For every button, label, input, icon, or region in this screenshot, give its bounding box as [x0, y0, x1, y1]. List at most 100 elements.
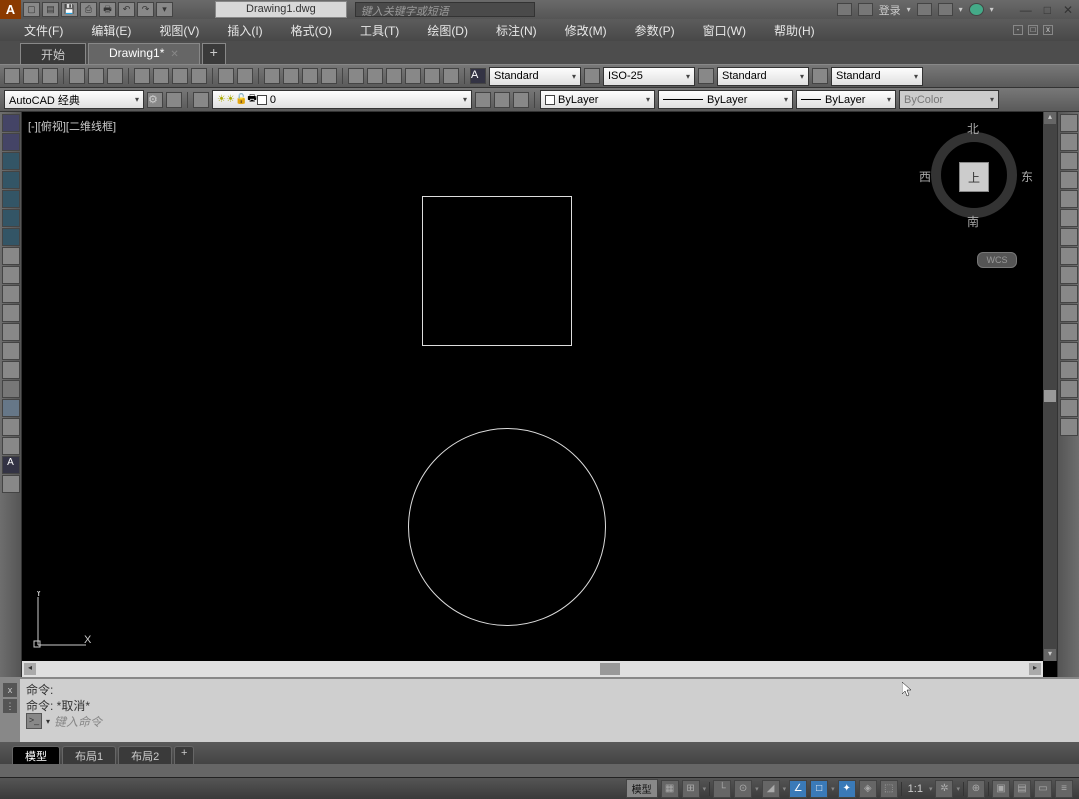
app-logo[interactable]: A — [0, 0, 21, 19]
preview-icon[interactable] — [88, 68, 104, 84]
viewport-label[interactable]: [-][俯视][二维线框] — [28, 118, 116, 134]
mleader-style-select[interactable]: Standard▾ — [831, 67, 923, 86]
ellipse-icon[interactable] — [2, 285, 20, 303]
fillet-icon[interactable] — [1060, 380, 1078, 398]
view-cube[interactable]: 上 北 南 西 东 — [919, 120, 1029, 230]
isodraft-toggle[interactable]: ◢ — [762, 780, 780, 798]
table-icon[interactable] — [2, 437, 20, 455]
lwt-toggle[interactable]: ✦ — [838, 780, 856, 798]
ellipse-arc-icon[interactable] — [2, 304, 20, 322]
maximize-button[interactable]: □ — [1044, 3, 1051, 17]
insert-block-icon[interactable] — [2, 323, 20, 341]
wcs-label[interactable]: WCS — [977, 252, 1017, 268]
undo-icon[interactable]: ↶ — [118, 2, 135, 17]
doc-close-button[interactable]: x — [1043, 25, 1053, 35]
zoom-ext-icon[interactable] — [302, 68, 318, 84]
region-icon[interactable] — [2, 418, 20, 436]
rectangle-icon[interactable] — [2, 190, 20, 208]
workspace-select[interactable]: AutoCAD 经典▾ — [4, 90, 144, 109]
break-icon[interactable] — [1060, 323, 1078, 341]
scroll-left-icon[interactable]: ◂ — [24, 663, 36, 675]
table-style-select[interactable]: Standard▾ — [717, 67, 809, 86]
user-icon[interactable] — [858, 3, 873, 16]
tab-start[interactable]: 开始 — [20, 43, 86, 64]
text-style-select[interactable]: Standard▾ — [489, 67, 581, 86]
mleaderstyle-icon[interactable] — [812, 68, 828, 84]
viewcube-south[interactable]: 南 — [967, 213, 979, 230]
tablestyle-icon[interactable] — [698, 68, 714, 84]
blend-icon[interactable] — [1060, 399, 1078, 417]
polyline-icon[interactable] — [2, 152, 20, 170]
grid-toggle[interactable]: ▦ — [661, 780, 679, 798]
layer-prev-icon[interactable] — [475, 92, 491, 108]
dim-style-select[interactable]: ISO-25▾ — [603, 67, 695, 86]
cmd-close-icon[interactable]: x — [3, 683, 17, 697]
command-handle[interactable]: x ⋮ — [0, 679, 20, 742]
tab-model[interactable]: 模型 — [12, 746, 60, 764]
menu-format[interactable]: 格式(O) — [291, 22, 332, 39]
login-link[interactable]: 登录 — [879, 2, 901, 18]
mirror-icon[interactable] — [1060, 152, 1078, 170]
stretch-icon[interactable] — [1060, 266, 1078, 284]
scale-icon[interactable] — [1060, 247, 1078, 265]
menu-tools[interactable]: 工具(T) — [360, 22, 399, 39]
move-icon[interactable] — [1060, 209, 1078, 227]
vscroll-thumb[interactable] — [1044, 390, 1056, 402]
sheetset-icon[interactable] — [405, 68, 421, 84]
arc-icon[interactable] — [2, 209, 20, 227]
ortho-toggle[interactable]: └ — [713, 780, 731, 798]
snap-toggle[interactable]: ⊞ — [682, 780, 700, 798]
layer-iso-icon[interactable] — [513, 92, 529, 108]
copy-obj-icon[interactable] — [1060, 133, 1078, 151]
dimstyle-icon[interactable] — [584, 68, 600, 84]
make-block-icon[interactable] — [2, 342, 20, 360]
copy-icon[interactable] — [153, 68, 169, 84]
redo-icon[interactable]: ↷ — [137, 2, 154, 17]
match-icon[interactable] — [191, 68, 207, 84]
plot-icon[interactable]: 🖶 — [99, 2, 116, 17]
rotate-icon[interactable] — [1060, 228, 1078, 246]
tab-layout1[interactable]: 布局1 — [62, 746, 116, 764]
saveas-icon[interactable]: ⎙ — [80, 2, 97, 17]
search-icon[interactable] — [837, 3, 852, 16]
autosnap-toggle[interactable]: ∠ — [789, 780, 807, 798]
chamfer-icon[interactable] — [1060, 361, 1078, 379]
scroll-down-icon[interactable]: ▾ — [1044, 649, 1056, 661]
ucs-icon[interactable]: Y X — [32, 591, 92, 651]
quickcalc-icon[interactable] — [443, 68, 459, 84]
customize-icon[interactable]: ≡ — [1055, 780, 1073, 798]
gear2-icon[interactable]: ✲ — [935, 780, 953, 798]
textstyle-icon[interactable]: A — [470, 68, 486, 84]
line-icon[interactable] — [2, 114, 20, 132]
viewcube-west[interactable]: 西 — [919, 168, 931, 185]
xline-icon[interactable] — [2, 133, 20, 151]
menu-view[interactable]: 视图(V) — [159, 22, 199, 39]
new-file-icon[interactable] — [4, 68, 20, 84]
circle-icon[interactable] — [2, 228, 20, 246]
tab-new[interactable]: + — [202, 43, 226, 64]
annotation-scale[interactable]: 1:1 — [905, 783, 926, 795]
transparency-toggle[interactable]: ◈ — [859, 780, 877, 798]
doc-minimize-button[interactable]: - — [1013, 25, 1023, 35]
drawing-area[interactable]: [-][俯视][二维线框] Y X 上 北 南 西 东 WCS — [22, 112, 1057, 677]
menu-file[interactable]: 文件(F) — [24, 22, 63, 39]
erase-icon[interactable] — [1060, 114, 1078, 132]
hardware-accel-icon[interactable]: ▤ — [1013, 780, 1031, 798]
drawn-rectangle[interactable] — [422, 196, 572, 346]
addselected-icon[interactable] — [2, 475, 20, 493]
help-icon[interactable] — [969, 3, 984, 16]
command-input[interactable]: 键入命令 — [54, 713, 102, 730]
exchange-icon[interactable] — [917, 3, 932, 16]
join-icon[interactable] — [1060, 342, 1078, 360]
scroll-right-icon[interactable]: ▸ — [1029, 663, 1041, 675]
revcloud-icon[interactable] — [2, 247, 20, 265]
vertical-scrollbar[interactable]: ▴ ▾ — [1043, 112, 1057, 661]
zoom-icon[interactable] — [283, 68, 299, 84]
gradient-icon[interactable] — [2, 399, 20, 417]
toolpalette-icon[interactable] — [386, 68, 402, 84]
hscroll-thumb[interactable] — [600, 663, 620, 675]
menu-modify[interactable]: 修改(M) — [565, 22, 607, 39]
undo2-icon[interactable] — [218, 68, 234, 84]
menu-window[interactable]: 窗口(W) — [703, 22, 746, 39]
mtext-icon[interactable]: A — [2, 456, 20, 474]
